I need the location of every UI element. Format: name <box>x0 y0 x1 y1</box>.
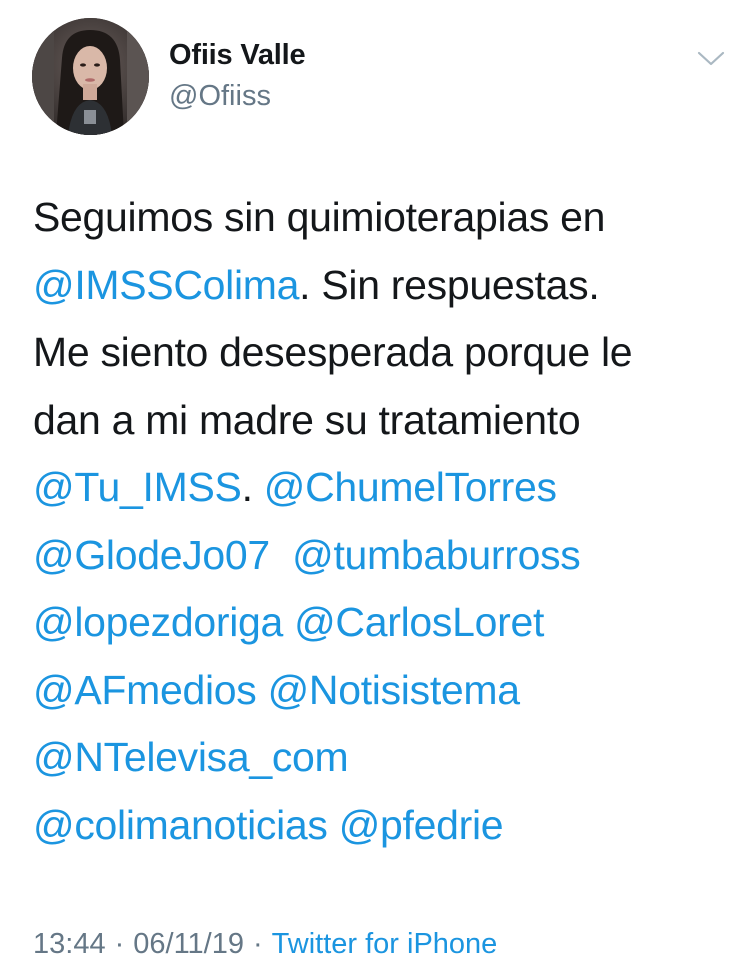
tweet-line: @colimanoticias @pfedrie <box>33 792 733 860</box>
tweet-line: Me siento desesperada porque le <box>33 319 733 387</box>
mention-link[interactable]: @Notisistema <box>268 667 521 713</box>
tweet-text-segment: . <box>241 464 264 510</box>
mention-link[interactable]: @GlodeJo07 <box>33 532 270 578</box>
avatar[interactable] <box>32 18 149 135</box>
tweet-line: @GlodeJo07 @tumbaburross <box>33 522 733 590</box>
tweet-text-segment <box>256 667 267 713</box>
tweet-text: Seguimos sin quimioterapias en @IMSSColim… <box>33 184 733 859</box>
separator-dot: · <box>114 928 125 960</box>
tweet-line: Seguimos sin quimioterapias en <box>33 184 733 252</box>
mention-link[interactable]: @lopezdoriga <box>33 599 283 645</box>
mention-link[interactable]: @ChumelTorres <box>264 464 557 510</box>
chevron-down-icon[interactable] <box>696 48 726 68</box>
tweet-meta: 13:44 · 06/11/19 · Twitter for iPhone <box>33 924 497 964</box>
tweet-line: @Tu_IMSS. @ChumelTorres <box>33 454 733 522</box>
tweet-time[interactable]: 13:44 <box>33 928 106 960</box>
mention-link[interactable]: @AFmedios <box>33 667 257 713</box>
mention-link[interactable]: @Tu_IMSS <box>33 464 242 510</box>
mention-link[interactable]: @pfedrie <box>339 802 504 848</box>
tweet-text-segment: Me siento desesperada porque le <box>33 329 633 375</box>
mention-link[interactable]: @CarlosLoret <box>294 599 544 645</box>
display-name[interactable]: Ofiis Valle <box>169 38 306 72</box>
tweet-source-link[interactable]: Twitter for iPhone <box>272 928 498 960</box>
tweet-text-segment: dan a mi madre su tratamiento <box>33 396 581 443</box>
tweet-line: @NTelevisa_com <box>33 724 733 792</box>
mention-link[interactable]: @IMSSColima <box>33 262 299 308</box>
user-handle[interactable]: @Ofiiss <box>169 79 305 113</box>
tweet-date[interactable]: 06/11/19 <box>133 928 244 960</box>
tweet-line: @AFmedios @Notisistema <box>33 657 733 725</box>
tweet-line: dan a mi madre su tratamiento <box>33 387 733 455</box>
tweet-header: Ofiis Valle @Ofiiss <box>32 18 732 136</box>
tweet-text-segment <box>283 599 294 645</box>
tweet-text-segment <box>328 802 339 848</box>
user-names: Ofiis Valle @Ofiiss <box>169 38 306 113</box>
separator-dot: · <box>252 928 263 960</box>
tweet-text-segment <box>270 532 292 578</box>
tweet-text-segment: . Sin respuestas. <box>299 261 600 308</box>
tweet-line: @lopezdoriga @CarlosLoret <box>33 589 733 657</box>
mention-link[interactable]: @tumbaburross <box>292 532 581 578</box>
tweet: Ofiis Valle @Ofiiss Seguimos sin quimiot… <box>0 0 750 972</box>
tweet-line: @IMSSColima. Sin respuestas. <box>33 252 733 320</box>
mention-link[interactable]: @NTelevisa_com <box>33 734 349 780</box>
mention-link[interactable]: @colimanoticias <box>33 802 328 848</box>
tweet-text-segment: Seguimos sin quimioterapias en <box>33 194 606 240</box>
avatar-photo <box>32 18 149 135</box>
